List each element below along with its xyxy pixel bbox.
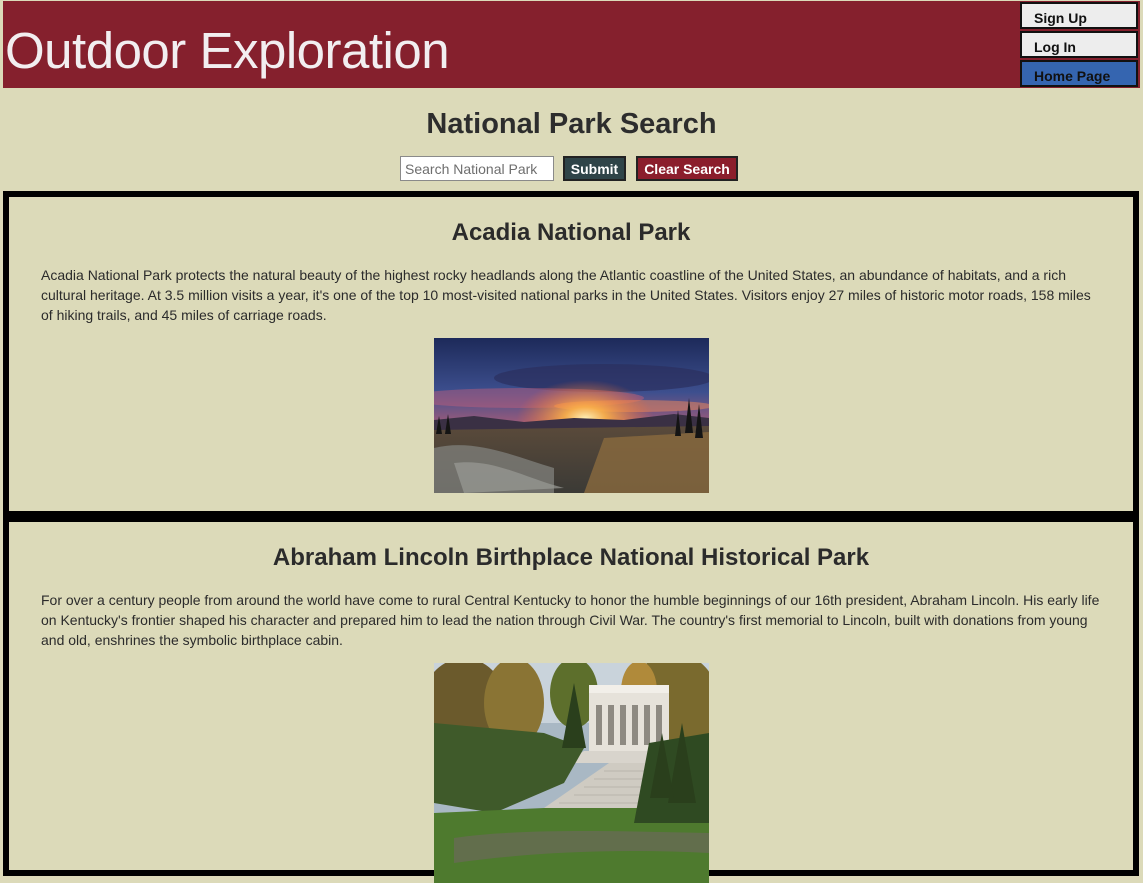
park-description: For over a century people from around th… [41, 592, 1100, 648]
sign-up-button[interactable]: Sign Up [1020, 2, 1138, 29]
home-page-button[interactable]: Home Page [1020, 60, 1138, 87]
page-title: National Park Search [426, 108, 717, 140]
park-card: Abraham Lincoln Birthplace National Hist… [3, 516, 1139, 883]
site-header: Outdoor Exploration [3, 1, 1140, 88]
clear-search-button[interactable]: Clear Search [636, 156, 738, 181]
log-in-button[interactable]: Log In [1020, 31, 1138, 58]
park-name: Acadia National Park [451, 219, 691, 246]
memorial-building-photo [434, 663, 709, 883]
park-image [434, 663, 709, 883]
submit-button[interactable]: Submit [563, 156, 626, 181]
search-input[interactable] [400, 156, 554, 181]
park-description: Acadia National Park protects the natura… [41, 267, 1091, 323]
site-title: Outdoor Exploration [5, 22, 450, 79]
sunset-landscape-photo [434, 338, 709, 493]
park-card: Acadia National Park Acadia National Par… [3, 191, 1139, 517]
park-name: Abraham Lincoln Birthplace National Hist… [272, 544, 870, 571]
park-image [434, 338, 709, 493]
